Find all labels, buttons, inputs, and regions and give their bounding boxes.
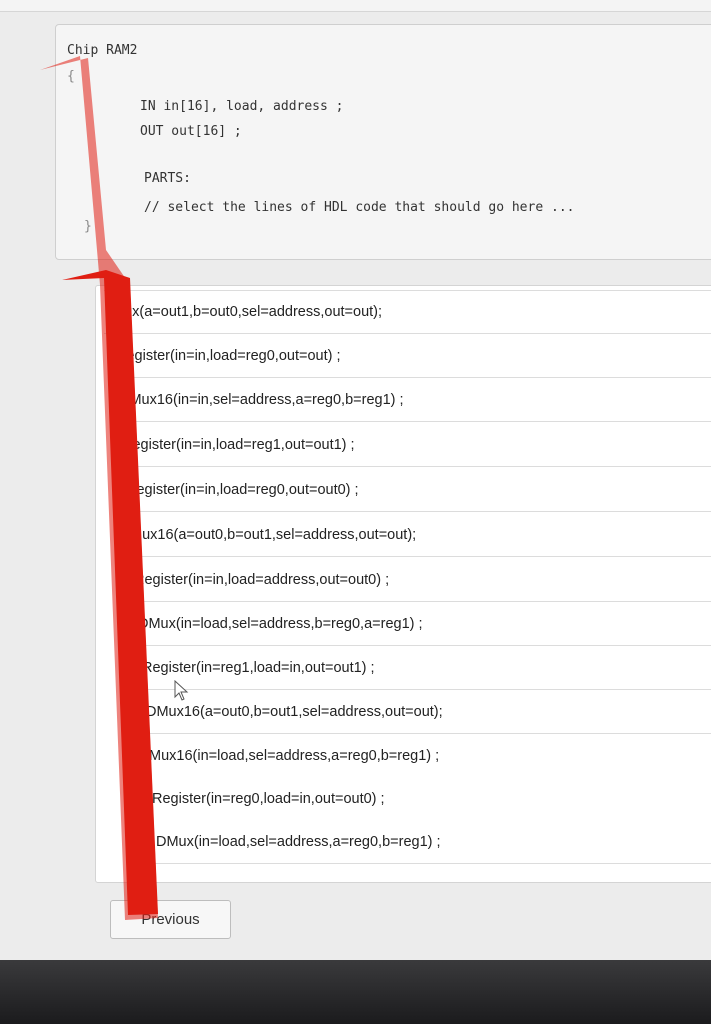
answer-list: Mux(a=out1,b=out0,sel=address,out=out); …	[95, 285, 711, 883]
in-declaration: IN in[16], load, address ;	[140, 99, 344, 114]
top-edge	[0, 0, 711, 12]
answer-option[interactable]: DMux16(in=in,sel=address,a=reg0,b=reg1) …	[111, 378, 711, 422]
mouse-pointer-icon	[174, 680, 189, 701]
screen: Chip RAM2 { IN in[16], load, address ; O…	[0, 0, 711, 985]
answer-option[interactable]: Register(in=in,load=reg0,out=out0) ;	[118, 468, 711, 512]
out-declaration: OUT out[16] ;	[140, 124, 242, 139]
parts-label: PARTS:	[144, 171, 191, 186]
answer-option[interactable]: DMux(in=load,sel=address,b=reg0,a=reg1) …	[130, 602, 711, 646]
answer-option[interactable]: Mux(a=out1,b=out0,sel=address,out=out);	[104, 290, 711, 334]
close-brace: }	[84, 219, 92, 234]
answer-option[interactable]: Register(in=in,load=reg0,out=out) ;	[108, 334, 711, 378]
open-brace: {	[67, 69, 75, 84]
answer-option[interactable]: Mux16(in=load,sel=address,a=reg0,b=reg1)…	[141, 734, 711, 778]
answer-option[interactable]: DMux(in=load,sel=address,a=reg0,b=reg1) …	[148, 820, 711, 864]
answer-option[interactable]: Register(in=reg0,load=in,out=out0) ;	[144, 777, 711, 821]
chip-declaration: Chip RAM2	[67, 43, 138, 58]
parts-comment: // select the lines of HDL code that sho…	[144, 200, 575, 215]
answer-option[interactable]: Register(in=in,load=reg1,out=out1) ;	[114, 423, 711, 467]
code-panel: Chip RAM2 { IN in[16], load, address ; O…	[55, 24, 711, 260]
answer-option[interactable]: Register(in=reg1,load=in,out=out1) ;	[134, 646, 711, 690]
answer-option[interactable]: DMux16(a=out0,b=out1,sel=address,out=out…	[138, 690, 711, 734]
previous-button[interactable]: Previous	[110, 900, 231, 939]
answer-option[interactable]: Mux16(a=out0,b=out1,sel=address,out=out)…	[122, 513, 711, 557]
answer-option[interactable]: Register(in=in,load=address,out=out0) ;	[126, 558, 711, 602]
monitor-bezel	[0, 960, 711, 1024]
